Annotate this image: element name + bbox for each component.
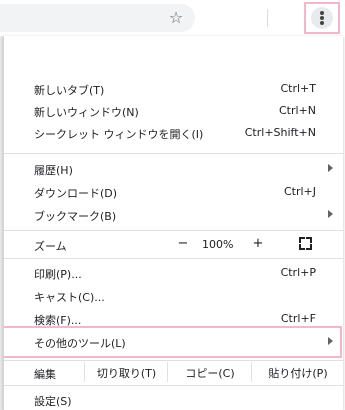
menu-item-label: シークレット ウィンドウを開く(I) (34, 128, 204, 141)
menu-separator (4, 153, 343, 154)
copy-label: コピー(C) (185, 367, 235, 380)
zoom-level: 100% (202, 238, 234, 251)
menu-item-label: ブックマーク(B) (34, 210, 117, 223)
menu-item-bookmarks[interactable]: ブックマーク(B) (4, 204, 343, 226)
chrome-menu-button[interactable] (304, 2, 340, 34)
menu-item-shortcut: Ctrl+P (280, 266, 316, 279)
menu-edit-row: 編集 切り取り(T) コピー(C) 貼り付け(P) (4, 362, 343, 384)
menu-item-label: 設定(S) (34, 395, 72, 408)
menu-separator (4, 360, 343, 361)
chrome-main-menu: 新しいタブ(T) Ctrl+T 新しいウィンドウ(N) Ctrl+N シークレッ… (3, 36, 343, 410)
menu-separator (4, 258, 343, 259)
browser-toolbar: ☆ (0, 0, 345, 36)
menu-item-history[interactable]: 履歴(H) (4, 158, 343, 180)
menu-item-incognito[interactable]: シークレット ウィンドウを開く(I) Ctrl+Shift+N (4, 122, 343, 144)
menu-item-label: ダウンロード(D) (34, 187, 118, 200)
bookmark-star-icon[interactable]: ☆ (166, 8, 186, 28)
menu-item-label: キャスト(C)... (34, 291, 105, 304)
zoom-label: ズーム (34, 240, 67, 253)
menu-item-downloads[interactable]: ダウンロード(D) Ctrl+J (4, 181, 343, 203)
menu-item-shortcut: Ctrl+J (283, 185, 316, 198)
cut-label: 切り取り(T) (96, 367, 157, 380)
menu-item-shortcut: Ctrl+T (280, 82, 316, 95)
submenu-arrow-icon (328, 164, 333, 172)
highlight-box (4, 326, 342, 358)
submenu-arrow-icon (328, 210, 333, 218)
toolbar-divider (267, 9, 268, 27)
zoom-in-button[interactable]: + (251, 236, 265, 251)
menu-item-new-tab[interactable]: 新しいタブ(T) Ctrl+T (4, 78, 343, 100)
menu-item-label: 新しいウィンドウ(N) (34, 106, 139, 119)
menu-separator (4, 230, 343, 231)
paste-label: 貼り付け(P) (268, 367, 328, 380)
menu-item-cast[interactable]: キャスト(C)... (4, 285, 343, 307)
menu-item-shortcut: Ctrl+Shift+N (244, 126, 316, 139)
edit-label: 編集 (34, 368, 56, 381)
menu-item-shortcut: Ctrl+F (280, 312, 316, 325)
menu-item-new-window[interactable]: 新しいウィンドウ(N) Ctrl+N (4, 100, 343, 122)
fullscreen-icon[interactable] (299, 237, 312, 250)
zoom-out-button[interactable]: − (176, 236, 190, 251)
three-dots-vertical-icon (311, 7, 333, 29)
menu-item-label: 履歴(H) (34, 164, 73, 177)
menu-item-print[interactable]: 印刷(P)... Ctrl+P (4, 262, 343, 284)
menu-item-shortcut: Ctrl+N (278, 104, 316, 117)
menu-item-label: 新しいタブ(T) (34, 84, 105, 97)
copy-button[interactable]: コピー(C) (167, 362, 252, 382)
menu-separator (4, 385, 343, 386)
cut-button[interactable]: 切り取り(T) (84, 362, 168, 382)
paste-button[interactable]: 貼り付け(P) (251, 362, 343, 382)
menu-item-label: 印刷(P)... (34, 268, 82, 281)
menu-item-settings[interactable]: 設定(S) (4, 389, 343, 410)
